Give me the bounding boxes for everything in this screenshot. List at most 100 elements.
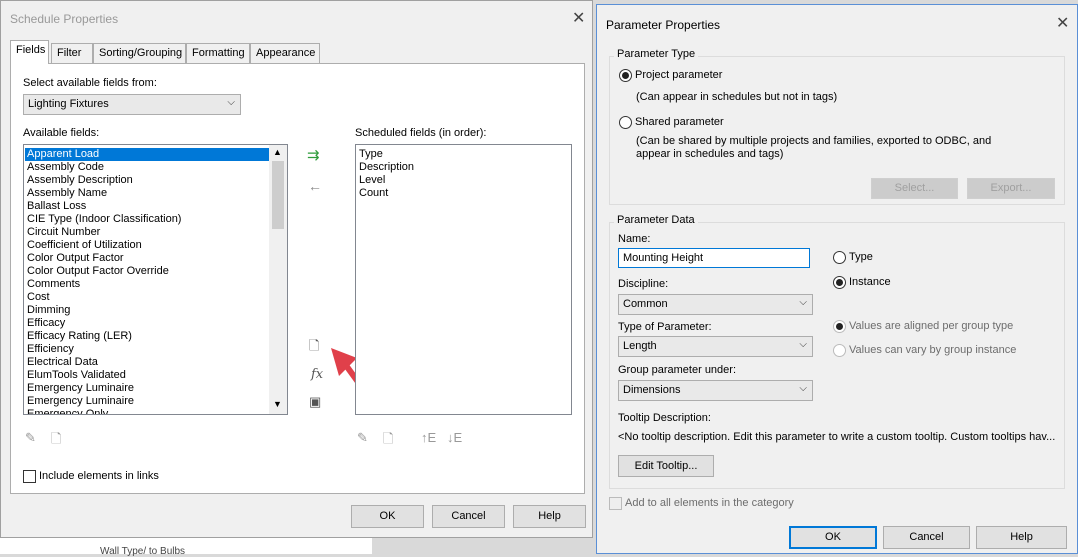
- chevron-down-icon: ⌵: [799, 383, 807, 394]
- scheduled-fields-label: Scheduled fields (in order):: [355, 127, 487, 139]
- discipline-dropdown[interactable]: Common ⌵: [618, 294, 813, 315]
- combine-parameters-icon[interactable]: ▣: [309, 394, 321, 410]
- edit-field-right-icon[interactable]: ✎: [357, 430, 368, 446]
- group-under-dropdown[interactable]: Dimensions ⌵: [618, 380, 813, 401]
- list-item[interactable]: Efficiency: [25, 343, 269, 356]
- shared-parameter-label: Shared parameter: [635, 116, 724, 128]
- help-button[interactable]: Help: [513, 505, 586, 528]
- ok-button[interactable]: OK: [789, 526, 877, 549]
- list-item[interactable]: Type: [357, 148, 414, 161]
- tab-fields[interactable]: Fields: [10, 40, 49, 64]
- project-parameter-label: Project parameter: [635, 69, 723, 81]
- tab-sorting-grouping[interactable]: Sorting/Grouping: [93, 43, 186, 63]
- add-field-icon[interactable]: ⇉: [307, 146, 320, 164]
- help-button[interactable]: Help: [976, 526, 1067, 549]
- tooltip-label: Tooltip Description:: [618, 412, 711, 424]
- dialog-title: Parameter Properties: [606, 18, 721, 32]
- background-window: [0, 537, 372, 554]
- scroll-down-icon[interactable]: ▼: [273, 399, 282, 409]
- list-item[interactable]: Emergency Luminaire: [25, 382, 269, 395]
- list-item[interactable]: Assembly Code: [25, 161, 269, 174]
- edit-tooltip-button[interactable]: Edit Tooltip...: [618, 455, 714, 477]
- list-item[interactable]: Assembly Description: [25, 174, 269, 187]
- instance-radio-label: Instance: [849, 276, 891, 288]
- list-item[interactable]: Coefficient of Utilization: [25, 239, 269, 252]
- category-dropdown[interactable]: Lighting Fixtures ⌵: [23, 94, 241, 115]
- chevron-down-icon: ⌵: [799, 297, 807, 308]
- scheduled-fields-list[interactable]: Type Description Level Count: [355, 144, 572, 415]
- list-item[interactable]: Assembly Name: [25, 187, 269, 200]
- chevron-down-icon: ⌵: [799, 339, 807, 350]
- parameter-type-dropdown[interactable]: Length ⌵: [618, 336, 813, 357]
- list-item[interactable]: Comments: [25, 278, 269, 291]
- scrollbar-thumb[interactable]: [272, 161, 284, 229]
- list-item[interactable]: Count: [357, 187, 414, 200]
- select-button[interactable]: Select...: [871, 178, 958, 199]
- calculated-value-icon[interactable]: 𝑓x: [311, 367, 323, 382]
- list-item[interactable]: Color Output Factor Override: [25, 265, 269, 278]
- delete-field-left-icon[interactable]: 🗋: [51, 430, 61, 452]
- discipline-label: Discipline:: [618, 278, 669, 290]
- list-item[interactable]: Description: [357, 161, 414, 174]
- edit-field-left-icon[interactable]: ✎: [25, 430, 36, 446]
- fields-tab-panel: Select available fields from: Lighting F…: [10, 63, 585, 494]
- remove-field-icon[interactable]: ←: [308, 178, 322, 194]
- available-fields-label: Available fields:: [23, 127, 100, 139]
- list-item[interactable]: Ballast Loss: [25, 200, 269, 213]
- available-fields-scrollbar[interactable]: ▲ ▼: [269, 145, 287, 414]
- list-item[interactable]: Efficacy: [25, 317, 269, 330]
- list-item[interactable]: Color Output Factor: [25, 252, 269, 265]
- parameter-type-value: Length: [623, 340, 657, 352]
- shared-parameter-note-2: appear in schedules and tags): [636, 148, 784, 160]
- shared-parameter-radio[interactable]: [619, 116, 632, 129]
- move-down-icon[interactable]: ↓E: [447, 430, 462, 445]
- type-radio[interactable]: [833, 251, 846, 264]
- list-item[interactable]: Dimming: [25, 304, 269, 317]
- name-field[interactable]: Mounting Height: [618, 248, 810, 268]
- tooltip-text: <No tooltip description. Edit this param…: [618, 431, 1056, 443]
- ok-button[interactable]: OK: [351, 505, 424, 528]
- list-item[interactable]: ElumTools Validated: [25, 369, 269, 382]
- project-parameter-note: (Can appear in schedules but not in tags…: [636, 91, 838, 103]
- shared-parameter-note-1: (Can be shared by multiple projects and …: [636, 135, 992, 147]
- type-radio-label: Type: [849, 251, 873, 263]
- list-item[interactable]: Cost: [25, 291, 269, 304]
- close-icon[interactable]: ✕: [1056, 16, 1069, 32]
- available-fields-list[interactable]: Apparent Load Assembly Code Assembly Descr…: [23, 144, 288, 415]
- scroll-up-icon[interactable]: ▲: [273, 147, 282, 157]
- cancel-button[interactable]: Cancel: [883, 526, 970, 549]
- select-from-label: Select available fields from:: [23, 77, 157, 89]
- list-item[interactable]: CIE Type (Indoor Classification): [25, 213, 269, 226]
- list-item[interactable]: Level: [357, 174, 414, 187]
- tab-filter[interactable]: Filter: [51, 43, 93, 63]
- close-icon[interactable]: ✕: [572, 11, 585, 27]
- project-parameter-radio[interactable]: [619, 69, 632, 82]
- list-item[interactable]: Electrical Data: [25, 356, 269, 369]
- parameter-type-title: Parameter Type: [614, 48, 699, 60]
- list-item[interactable]: Emergency Luminaire: [25, 395, 269, 408]
- aligned-per-group-label: Values are aligned per group type: [849, 320, 1014, 332]
- instance-radio[interactable]: [833, 276, 846, 289]
- list-item[interactable]: Apparent Load: [25, 148, 269, 161]
- background-text: Wall Type/ to Bulbs: [100, 546, 186, 557]
- tab-formatting[interactable]: Formatting: [186, 43, 250, 63]
- export-button[interactable]: Export...: [967, 178, 1055, 199]
- cancel-button[interactable]: Cancel: [432, 505, 505, 528]
- new-parameter-icon[interactable]: 🗋: [309, 337, 319, 359]
- list-item[interactable]: Emergency Only: [25, 408, 269, 414]
- dialog-title: Schedule Properties: [10, 12, 119, 26]
- list-item[interactable]: Efficacy Rating (LER): [25, 330, 269, 343]
- vary-by-instance-radio[interactable]: [833, 344, 846, 357]
- include-links-checkbox[interactable]: [23, 470, 36, 483]
- group-under-label: Group parameter under:: [618, 364, 737, 376]
- list-item[interactable]: Circuit Number: [25, 226, 269, 239]
- add-all-elements-checkbox[interactable]: [609, 497, 622, 510]
- move-up-icon[interactable]: ↑E: [421, 430, 436, 445]
- tab-appearance[interactable]: Appearance: [250, 43, 320, 63]
- chevron-down-icon: ⌵: [227, 97, 235, 108]
- parameter-data-title: Parameter Data: [614, 214, 698, 226]
- category-value: Lighting Fixtures: [28, 98, 109, 110]
- delete-field-right-icon[interactable]: 🗋: [383, 430, 393, 452]
- aligned-per-group-radio[interactable]: [833, 320, 846, 333]
- schedule-properties-dialog: Schedule Properties ✕ Fields Filter Sort…: [0, 0, 593, 538]
